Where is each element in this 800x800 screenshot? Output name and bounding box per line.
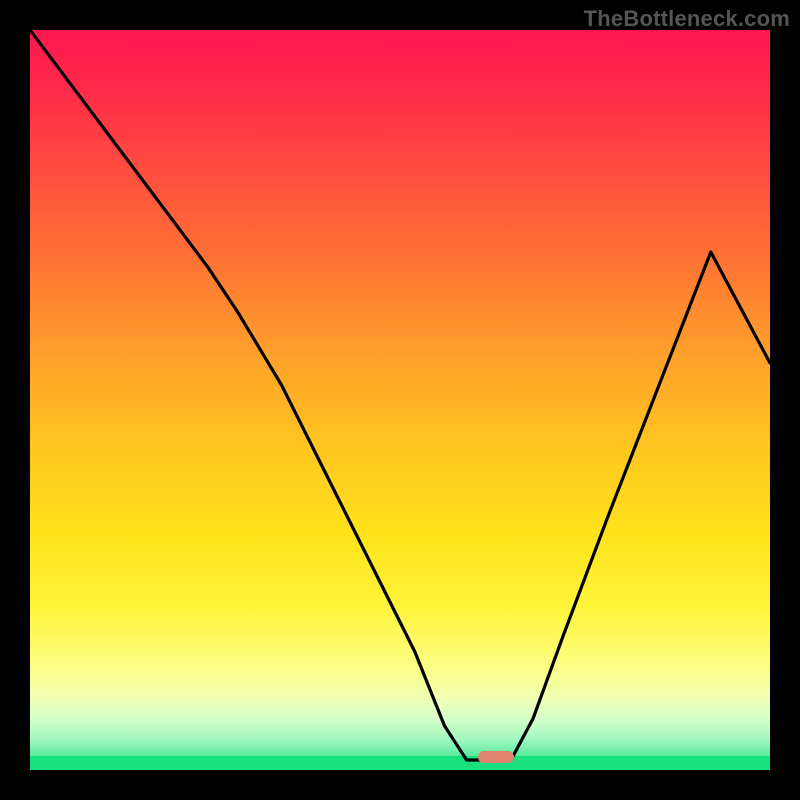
optimal-marker	[478, 751, 514, 763]
watermark-text: TheBottleneck.com	[584, 6, 790, 32]
plot-area	[30, 30, 770, 770]
chart-frame: TheBottleneck.com	[0, 0, 800, 800]
bottleneck-curve	[30, 30, 770, 770]
